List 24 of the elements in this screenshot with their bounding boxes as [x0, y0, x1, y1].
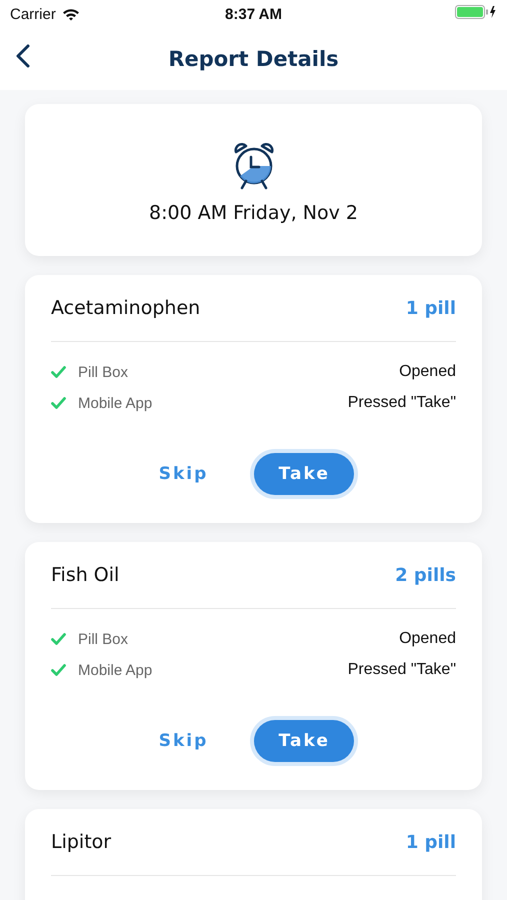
event-source: Mobile App — [78, 662, 154, 678]
carrier-label: Carrier — [10, 6, 56, 22]
event-result: Pressed "Take" — [348, 394, 456, 412]
event-source: Pill Box — [78, 364, 130, 380]
skip-button[interactable]: Skip — [152, 730, 214, 752]
screen-title: Report Details — [168, 47, 339, 71]
wifi-icon — [62, 8, 80, 20]
event-source: Pill Box — [78, 630, 130, 648]
event-result: Pressed "Take" — [348, 661, 456, 679]
medication-name: Acetaminophen — [51, 297, 200, 319]
dose-label: 1 pill — [406, 832, 456, 852]
schedule-time: 8:00 AM Friday, Nov 2 — [148, 202, 358, 224]
event-source: Mobile App — [78, 394, 154, 412]
event-result: Opened — [399, 630, 456, 648]
medication-name: Fish Oil — [51, 564, 120, 586]
dose-label: 2 pills — [395, 564, 456, 586]
take-button[interactable]: Take — [254, 720, 354, 762]
event-result: Opened — [399, 363, 456, 381]
medication-name: Lipitor — [51, 831, 112, 853]
battery-icon — [455, 5, 497, 19]
dose-label: 1 pill — [406, 298, 456, 318]
clock-time: 8:37 AM — [225, 6, 282, 22]
take-button[interactable]: Take — [254, 453, 354, 495]
skip-button[interactable]: Skip — [152, 463, 214, 485]
